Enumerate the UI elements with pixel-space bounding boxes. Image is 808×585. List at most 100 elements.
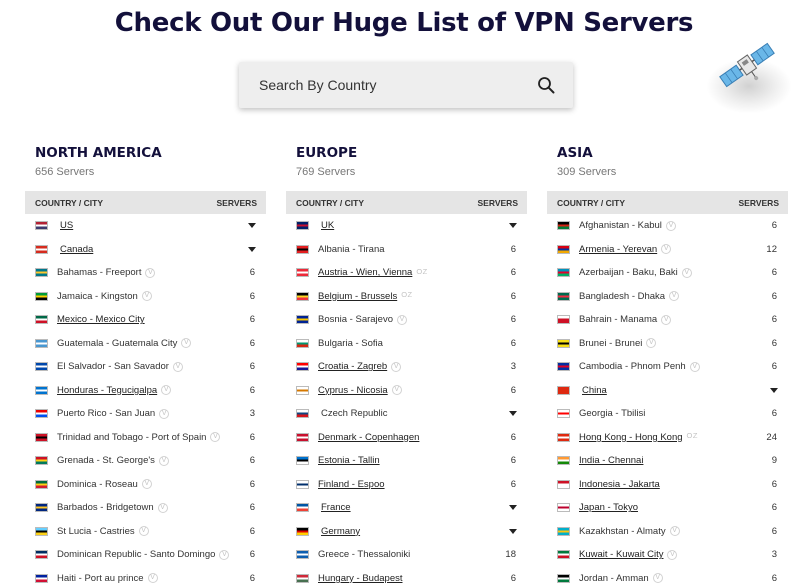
- location-name[interactable]: Estonia - Tallin: [318, 455, 380, 466]
- server-row[interactable]: El Salvador - San Savador V 6: [25, 355, 266, 379]
- server-row[interactable]: Haiti - Port au prince V 6: [25, 567, 266, 585]
- server-row[interactable]: Cyprus - Nicosia V 6: [286, 379, 527, 403]
- region-asia: ASIA 309 Servers COUNTRY / CITY SERVERS …: [547, 145, 788, 585]
- server-row[interactable]: St Lucia - Castries V 6: [25, 520, 266, 544]
- server-row[interactable]: Georgia - Tbilisi 6: [547, 402, 788, 426]
- flag-icon: [296, 244, 309, 254]
- server-row[interactable]: Brunei - Brunei V 6: [547, 332, 788, 356]
- server-row[interactable]: Bulgaria - Sofia 6: [286, 332, 527, 356]
- server-row[interactable]: Greece - Thessaloniki 18: [286, 543, 527, 567]
- server-row[interactable]: Hungary - Budapest 6: [286, 567, 527, 585]
- server-row[interactable]: Japan - Tokyo 6: [547, 496, 788, 520]
- server-row[interactable]: Canada: [25, 238, 266, 262]
- caret-down-icon[interactable]: [509, 223, 517, 229]
- location-name[interactable]: Hong Kong - Hong Kong: [579, 432, 683, 443]
- server-row[interactable]: Jordan - Amman V 6: [547, 567, 788, 585]
- region-title: NORTH AMERICA: [35, 145, 162, 161]
- server-row[interactable]: Germany: [286, 520, 527, 544]
- flag-icon: [296, 432, 309, 442]
- location-name[interactable]: Canada: [60, 244, 93, 255]
- server-row[interactable]: Dominica - Roseau V 6: [25, 473, 266, 497]
- location-name[interactable]: Belgium - Brussels: [318, 291, 397, 302]
- location-name[interactable]: Germany: [321, 526, 360, 537]
- caret-down-icon[interactable]: [248, 223, 256, 229]
- server-row[interactable]: Azerbaijan - Baku, Baki V 6: [547, 261, 788, 285]
- server-row[interactable]: Bosnia - Sarajevo V 6: [286, 308, 527, 332]
- server-row[interactable]: Mexico - Mexico City 6: [25, 308, 266, 332]
- server-row[interactable]: US: [25, 214, 266, 238]
- server-row[interactable]: Afghanistan - Kabul V 6: [547, 214, 788, 238]
- server-count: 24: [766, 431, 777, 443]
- server-row[interactable]: Czech Republic: [286, 402, 527, 426]
- location-name[interactable]: Croatia - Zagreb: [318, 361, 387, 372]
- server-row[interactable]: Croatia - Zagreb V 3: [286, 355, 527, 379]
- location-name[interactable]: Honduras - Tegucigalpa: [57, 385, 157, 396]
- server-row[interactable]: Kazakhstan - Almaty V 6: [547, 520, 788, 544]
- server-row[interactable]: Kuwait - Kuwait City V 3: [547, 543, 788, 567]
- server-count: 6: [249, 455, 255, 467]
- location-name[interactable]: Cyprus - Nicosia: [318, 385, 388, 396]
- server-badge: V: [159, 408, 170, 419]
- server-badge: V: [396, 314, 407, 325]
- location-name[interactable]: Kuwait - Kuwait City: [579, 549, 663, 560]
- server-row[interactable]: Trinidad and Tobago - Port of Spain V 6: [25, 426, 266, 450]
- server-row[interactable]: Austria - Wien, Vienna OZ 6: [286, 261, 527, 285]
- location-name[interactable]: US: [60, 220, 73, 231]
- location-name[interactable]: Hungary - Budapest: [318, 573, 403, 584]
- caret-down-icon[interactable]: [509, 505, 517, 511]
- server-row[interactable]: Armenia - Yerevan V 12: [547, 238, 788, 262]
- server-row[interactable]: Guatemala - Guatemala City V 6: [25, 332, 266, 356]
- column-header-servers: SERVERS: [216, 197, 257, 208]
- server-row[interactable]: Honduras - Tegucigalpa V 6: [25, 379, 266, 403]
- location-name[interactable]: UK: [321, 220, 334, 231]
- server-row[interactable]: India - Chennai 9: [547, 449, 788, 473]
- server-row[interactable]: Cambodia - Phnom Penh V 6: [547, 355, 788, 379]
- server-row[interactable]: Finland - Espoo 6: [286, 473, 527, 497]
- caret-down-icon[interactable]: [770, 387, 778, 393]
- location-name[interactable]: France: [321, 502, 351, 513]
- location-name[interactable]: China: [582, 385, 607, 396]
- server-row[interactable]: Barbados - Bridgetown V 6: [25, 496, 266, 520]
- search-input[interactable]: [259, 77, 537, 93]
- flag-icon: [296, 338, 309, 348]
- location-name[interactable]: Finland - Espoo: [318, 479, 385, 490]
- location-name[interactable]: Denmark - Copenhagen: [318, 432, 419, 443]
- server-row[interactable]: Belgium - Brussels OZ 6: [286, 285, 527, 309]
- server-row[interactable]: Estonia - Tallin 6: [286, 449, 527, 473]
- server-badge: OZ: [686, 431, 698, 441]
- server-row[interactable]: Dominican Republic - Santo Domingo V 6: [25, 543, 266, 567]
- caret-down-icon[interactable]: [248, 246, 256, 252]
- location-name[interactable]: Japan - Tokyo: [579, 502, 638, 513]
- flag-icon: [557, 409, 570, 419]
- server-row[interactable]: Bangladesh - Dhaka V 6: [547, 285, 788, 309]
- location-name[interactable]: Austria - Wien, Vienna: [318, 267, 412, 278]
- server-row[interactable]: Hong Kong - Hong Kong OZ 24: [547, 426, 788, 450]
- server-row[interactable]: Bahrain - Manama V 6: [547, 308, 788, 332]
- caret-down-icon[interactable]: [509, 411, 517, 417]
- search-icon[interactable]: [537, 76, 555, 94]
- server-row[interactable]: China: [547, 379, 788, 403]
- server-badge: V: [181, 338, 192, 349]
- server-row[interactable]: UK: [286, 214, 527, 238]
- location-name[interactable]: Mexico - Mexico City: [57, 314, 145, 325]
- server-row[interactable]: Jamaica - Kingston V 6: [25, 285, 266, 309]
- server-row[interactable]: France: [286, 496, 527, 520]
- caret-down-icon[interactable]: [509, 528, 517, 534]
- location-name[interactable]: Indonesia - Jakarta: [579, 479, 660, 490]
- table-header: COUNTRY / CITY SERVERS: [547, 191, 788, 214]
- server-row[interactable]: Grenada - St. George's V 6: [25, 449, 266, 473]
- location-name: Azerbaijan - Baku, Baki: [579, 267, 678, 279]
- server-count: 6: [510, 243, 516, 255]
- server-row[interactable]: Denmark - Copenhagen 6: [286, 426, 527, 450]
- flag-icon: [557, 456, 570, 466]
- location-name[interactable]: Armenia - Yerevan: [579, 244, 657, 255]
- flag-icon: [35, 291, 48, 301]
- location-name[interactable]: India - Chennai: [579, 455, 643, 466]
- server-row[interactable]: Albania - Tirana 6: [286, 238, 527, 262]
- flag-icon: [557, 526, 570, 536]
- server-row[interactable]: Bahamas - Freeport V 6: [25, 261, 266, 285]
- server-row[interactable]: Puerto Rico - San Juan V 3: [25, 402, 266, 426]
- server-row[interactable]: Indonesia - Jakarta 6: [547, 473, 788, 497]
- server-badge: V: [646, 338, 657, 349]
- server-count: 6: [249, 478, 255, 490]
